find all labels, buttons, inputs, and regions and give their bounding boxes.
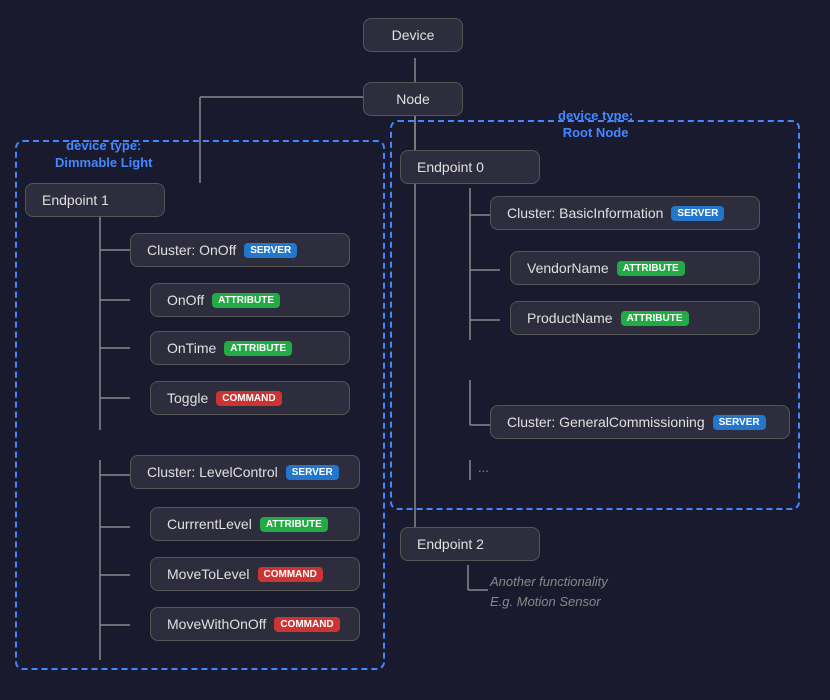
currentlevel-attribute: CurrrentLevel ATTRIBUTE: [150, 507, 360, 541]
endpoint-2-node: Endpoint 2: [400, 527, 540, 561]
cluster-onoff: Cluster: OnOff SERVER: [130, 233, 350, 267]
cluster-basicinfo-label: Cluster: BasicInformation: [507, 205, 663, 221]
movetolevel-label: MoveToLevel: [167, 566, 250, 582]
movewithonoff-badge: COMMAND: [274, 617, 339, 632]
vendorname-attribute: VendorName ATTRIBUTE: [510, 251, 760, 285]
onoff-badge: ATTRIBUTE: [212, 293, 280, 308]
ontime-attribute: OnTime ATTRIBUTE: [150, 331, 350, 365]
currentlevel-badge: ATTRIBUTE: [260, 517, 328, 532]
movetolevel-badge: COMMAND: [258, 567, 323, 582]
productname-badge: ATTRIBUTE: [621, 311, 689, 326]
cluster-levelcontrol-label: Cluster: LevelControl: [147, 464, 278, 480]
endpoint-0-label: Endpoint 0: [417, 159, 484, 175]
ontime-label: OnTime: [167, 340, 216, 356]
toggle-command: Toggle COMMAND: [150, 381, 350, 415]
cluster-basicinfo: Cluster: BasicInformation SERVER: [490, 196, 760, 230]
currentlevel-label: CurrrentLevel: [167, 516, 252, 532]
cluster-onoff-label: Cluster: OnOff: [147, 242, 236, 258]
vendorname-badge: ATTRIBUTE: [617, 261, 685, 276]
endpoint-1-node: Endpoint 1: [25, 183, 165, 217]
onoff-label: OnOff: [167, 292, 204, 308]
cluster-generalcommissioning: Cluster: GeneralCommissioning SERVER: [490, 405, 790, 439]
cluster-generalcommissioning-label: Cluster: GeneralCommissioning: [507, 414, 705, 430]
movewithonoff-command: MoveWithOnOff COMMAND: [150, 607, 360, 641]
toggle-badge: COMMAND: [216, 391, 281, 406]
ontime-badge: ATTRIBUTE: [224, 341, 292, 356]
vendorname-label: VendorName: [527, 260, 609, 276]
cluster-onoff-badge: SERVER: [244, 243, 297, 258]
cluster-basicinfo-badge: SERVER: [671, 206, 724, 221]
cluster-levelcontrol: Cluster: LevelControl SERVER: [130, 455, 360, 489]
productname-attribute: ProductName ATTRIBUTE: [510, 301, 760, 335]
productname-label: ProductName: [527, 310, 613, 326]
node-node: Node: [363, 82, 463, 116]
diagram: Device Node device type: Dimmable Light …: [0, 0, 830, 700]
endpoint-2-sublabel: Another functionality E.g. Motion Sensor: [490, 572, 608, 611]
cluster-generalcommissioning-badge: SERVER: [713, 415, 766, 430]
node-label: Node: [396, 91, 429, 107]
onoff-attribute: OnOff ATTRIBUTE: [150, 283, 350, 317]
device-node: Device: [363, 18, 463, 52]
endpoint-0-node: Endpoint 0: [400, 150, 540, 184]
cluster-levelcontrol-badge: SERVER: [286, 465, 339, 480]
endpoint-2-label: Endpoint 2: [417, 536, 484, 552]
endpoint-1-label: Endpoint 1: [42, 192, 109, 208]
device-label: Device: [392, 27, 435, 43]
movewithonoff-label: MoveWithOnOff: [167, 616, 266, 632]
ellipsis: ...: [478, 460, 489, 475]
movetolevel-command: MoveToLevel COMMAND: [150, 557, 360, 591]
toggle-label: Toggle: [167, 390, 208, 406]
